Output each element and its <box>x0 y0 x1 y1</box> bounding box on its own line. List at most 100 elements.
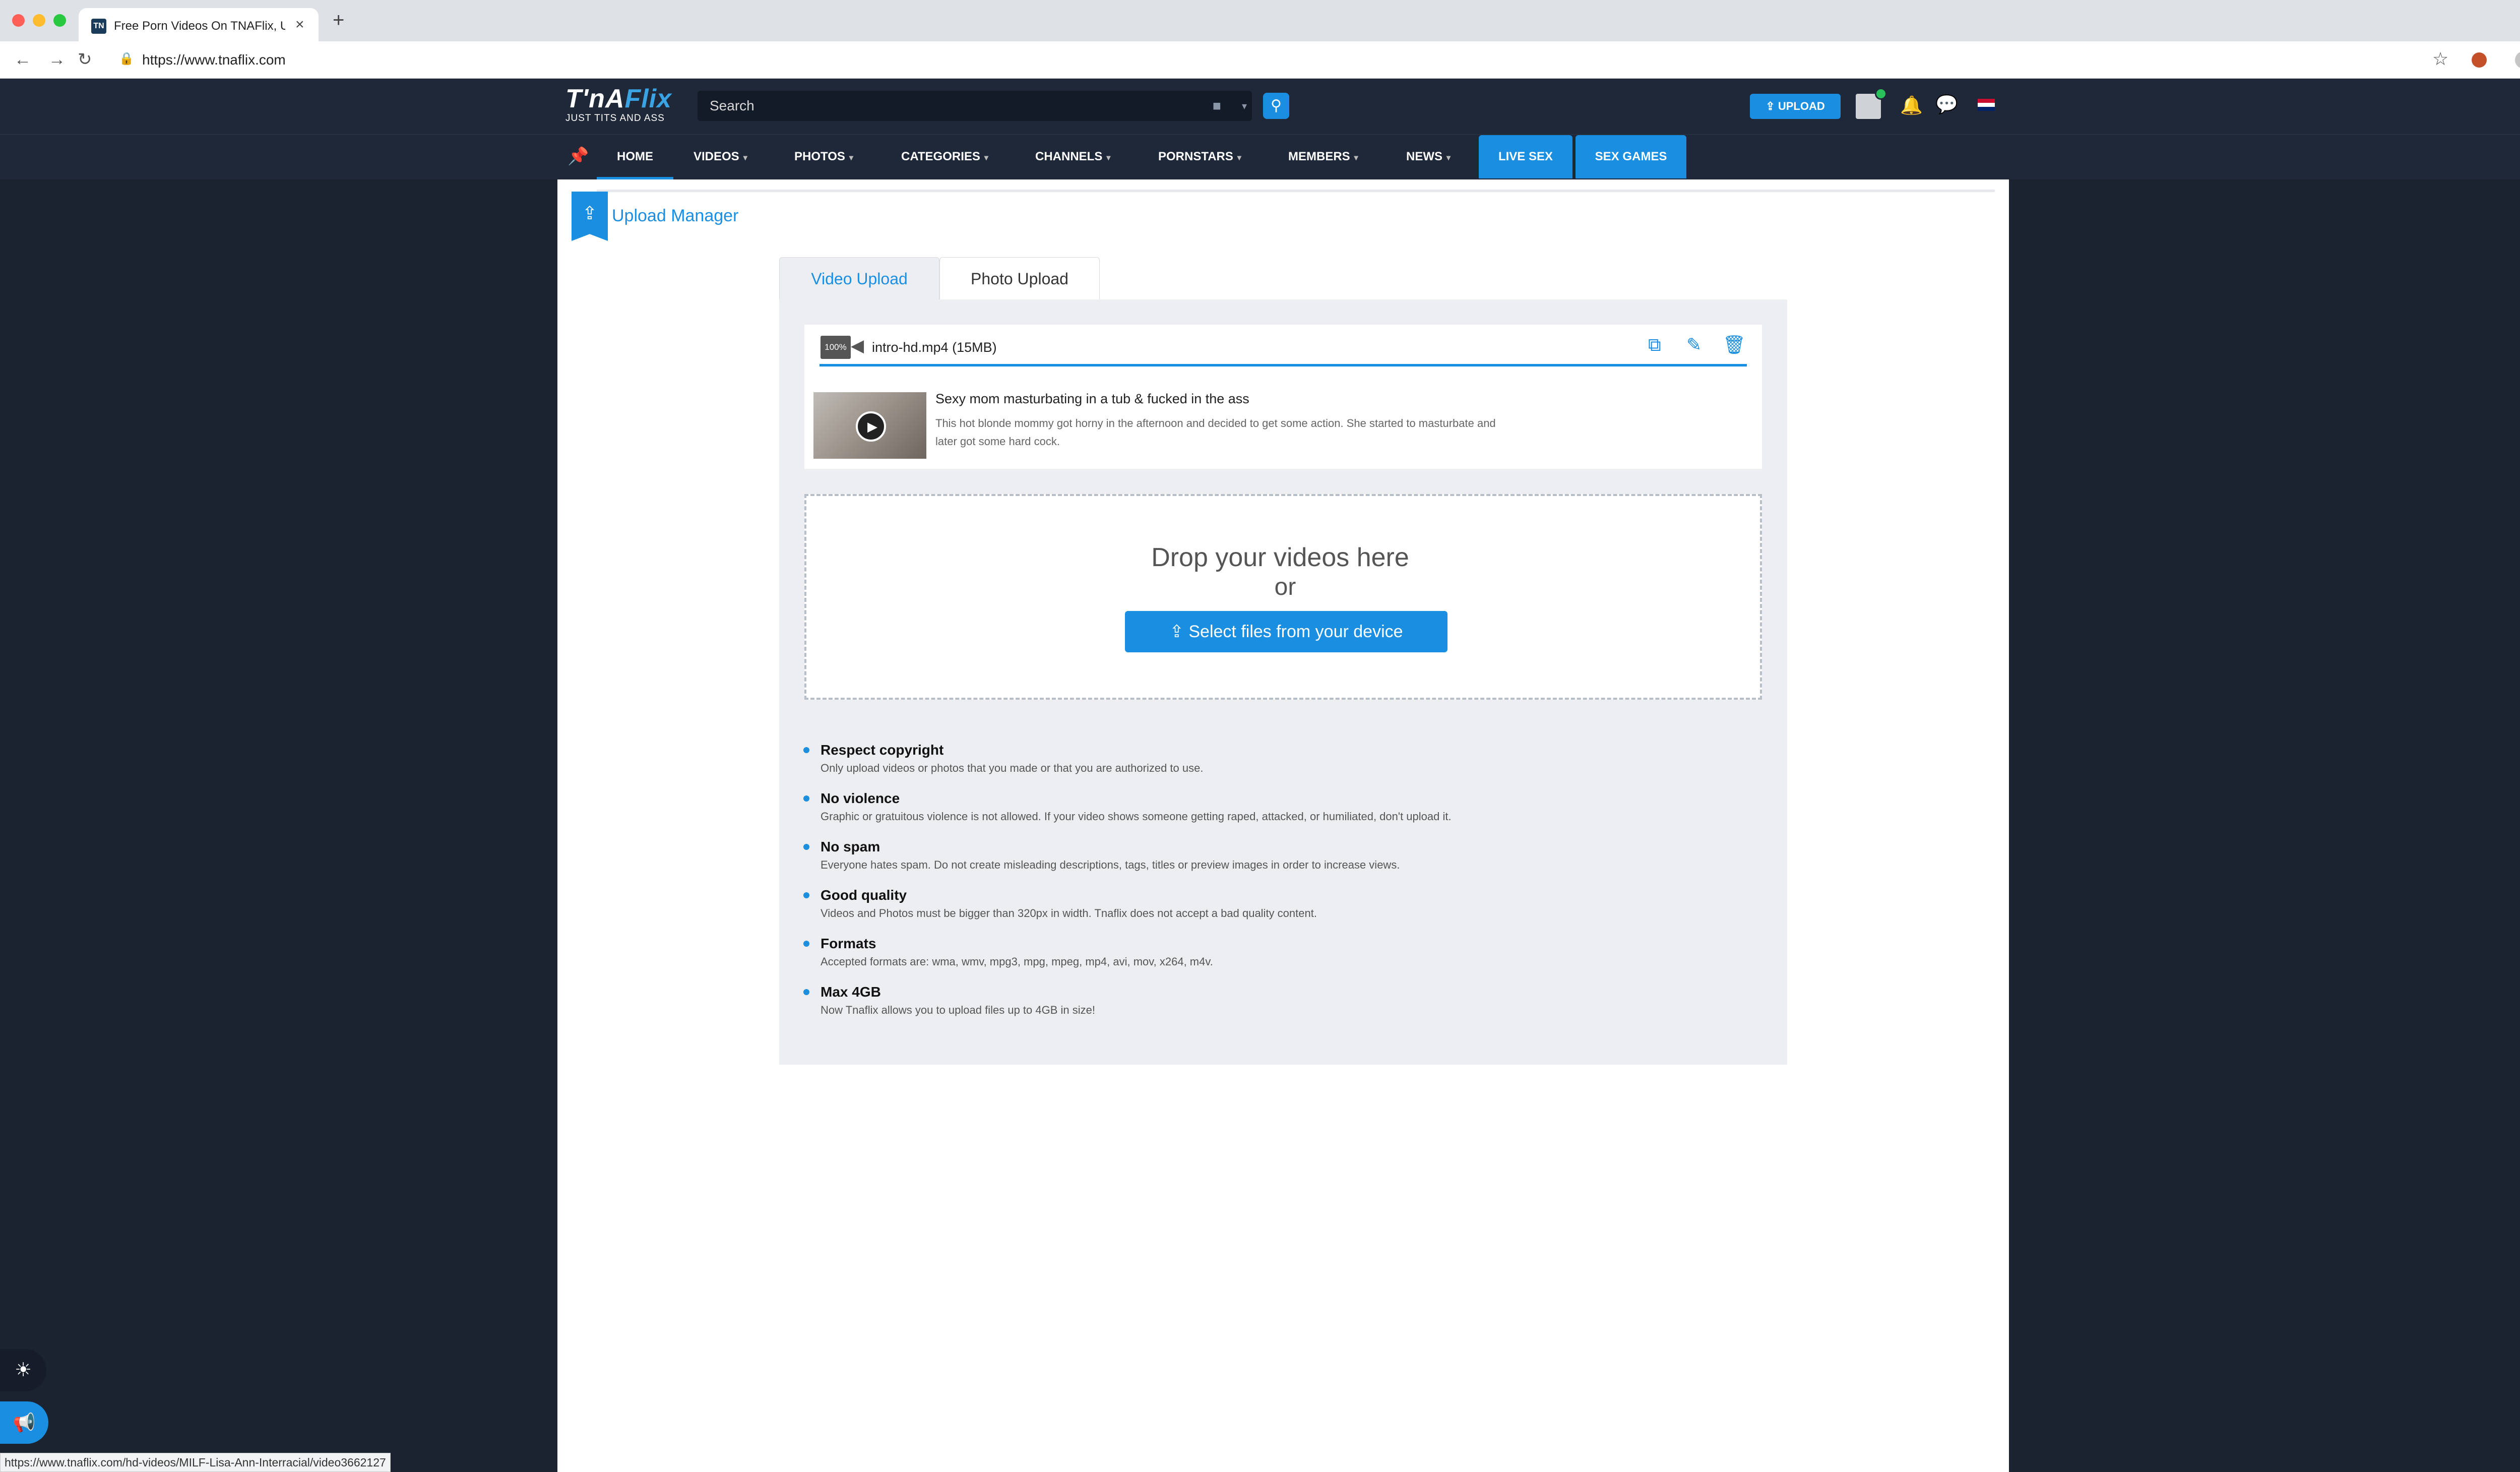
bookmark-star-icon[interactable]: ☆ <box>2432 48 2448 70</box>
lock-icon[interactable]: 🔒 <box>119 51 134 66</box>
address-bar: ← → ↻ 🔒 https://www.tnaflix.com ☆ ⋮ <box>0 41 2520 79</box>
browser-tab[interactable]: TN Free Porn Videos On TNAFlix, U × <box>79 8 319 41</box>
chevron-down-icon: ▾ <box>1446 154 1451 162</box>
sun-icon: ☀ <box>14 1360 32 1381</box>
nav-label: PHOTOS <box>794 150 845 163</box>
logo-flix-text: Flix <box>624 84 672 113</box>
chevron-down-icon: ▾ <box>1237 154 1241 162</box>
rule-title: Formats <box>821 936 876 951</box>
forward-icon[interactable]: → <box>48 48 66 71</box>
edit-icon[interactable]: ✎ <box>1686 334 1702 356</box>
trash-icon[interactable]: 🗑 <box>1723 334 1746 356</box>
nav-sex-games[interactable]: SEX GAMES <box>1576 135 1686 178</box>
browser-tab-bar: TN Free Porn Videos On TNAFlix, U × + <box>0 0 2520 41</box>
nav-videos[interactable]: VIDEOS ▾ <box>694 134 747 179</box>
rule-title: No spam <box>821 839 880 854</box>
rule-text: Only upload videos or photos that you ma… <box>821 762 1204 774</box>
theme-toggle-button[interactable]: ☀ <box>0 1349 46 1391</box>
rule-text: Accepted formats are: wma, wmv, mpg3, mp… <box>821 955 1213 968</box>
nav-categories[interactable]: CATEGORIES ▾ <box>901 134 988 179</box>
play-icon[interactable]: ▶ <box>856 411 886 442</box>
rule-title: No violence <box>821 790 900 806</box>
logo-tagline: JUST TITS AND ASS <box>565 113 665 124</box>
rule-text: Everyone hates spam. Do not create misle… <box>821 858 1400 871</box>
upload-button[interactable]: ⇪ UPLOAD <box>1750 94 1841 119</box>
link-status-bar: https://www.tnaflix.com/hd-videos/MILF-L… <box>0 1453 391 1472</box>
site-header <box>0 79 2520 134</box>
bullet-icon <box>803 795 809 802</box>
upload-progress-bar <box>820 364 1747 366</box>
tab-title: Free Porn Videos On TNAFlix, U <box>114 19 285 33</box>
search-input[interactable] <box>710 91 1163 121</box>
main-nav <box>0 134 2520 179</box>
rule-title: Max 4GB <box>821 984 881 1000</box>
video-thumbnail[interactable]: ▶ <box>813 392 926 459</box>
tab-video-upload[interactable]: Video Upload <box>779 257 939 299</box>
bullet-icon <box>803 747 809 753</box>
nav-label: NEWS <box>1406 150 1442 163</box>
nav-photos[interactable]: PHOTOS ▾ <box>794 134 853 179</box>
chevron-down-icon: ▾ <box>984 154 988 162</box>
nav-label: CHANNELS <box>1035 150 1103 163</box>
copy-icon[interactable]: ⧉ <box>1648 334 1661 356</box>
bullet-icon <box>803 941 809 947</box>
rule-text: Now Tnaflix allows you to upload files u… <box>821 1004 1095 1016</box>
nav-label: CATEGORIES <box>901 150 980 163</box>
rule-text: Videos and Photos must be bigger than 32… <box>821 907 1317 919</box>
nav-news[interactable]: NEWS ▾ <box>1406 134 1451 179</box>
nav-pornstars[interactable]: PORNSTARS ▾ <box>1158 134 1241 179</box>
tab-photo-upload[interactable]: Photo Upload <box>939 257 1100 299</box>
file-name: intro-hd.mp4 (15MB) <box>872 340 997 355</box>
url-field[interactable]: https://www.tnaflix.com <box>142 51 286 69</box>
divider <box>597 190 1995 192</box>
chevron-down-icon: ▾ <box>1354 154 1358 162</box>
page-title: Upload Manager <box>612 206 739 225</box>
search-button[interactable]: ⚲ <box>1263 93 1289 119</box>
upload-percent-badge: 100% <box>821 336 851 359</box>
search-icon: ⚲ <box>1271 97 1282 114</box>
megaphone-icon: 📢 <box>13 1412 36 1433</box>
minimize-window-button[interactable] <box>33 14 45 27</box>
new-tab-button[interactable]: + <box>333 10 344 30</box>
maximize-window-button[interactable] <box>53 14 66 27</box>
reload-icon[interactable]: ↻ <box>78 48 92 71</box>
messages-chat-icon[interactable]: 💬 <box>1935 94 1958 115</box>
nav-label: MEMBERS <box>1288 150 1350 163</box>
language-flag-icon[interactable] <box>1978 99 1995 111</box>
close-tab-icon[interactable]: × <box>295 16 304 33</box>
profile-avatar-icon[interactable] <box>2515 51 2520 69</box>
select-files-button[interactable]: ⇪ Select files from your device <box>1125 611 1447 652</box>
back-icon[interactable]: ← <box>14 48 31 71</box>
video-description: This hot blonde mommy got horny in the a… <box>935 417 1496 448</box>
nav-members[interactable]: MEMBERS ▾ <box>1288 134 1358 179</box>
online-status-badge <box>1875 88 1887 100</box>
close-window-button[interactable] <box>12 14 25 27</box>
site-favicon-icon: TN <box>91 19 106 34</box>
extension-icon[interactable] <box>2472 52 2487 68</box>
chevron-down-icon[interactable]: ▾ <box>1242 100 1247 112</box>
bullet-icon <box>803 989 809 995</box>
search-box: ■ ▾ <box>698 91 1252 121</box>
nav-label: VIDEOS <box>694 150 739 163</box>
upload-manager-badge: ⇪ <box>572 192 608 241</box>
nav-home[interactable]: HOME <box>597 134 673 179</box>
logo-main-text: T'nA <box>565 84 625 113</box>
nav-channels[interactable]: CHANNELS ▾ <box>1035 134 1110 179</box>
nav-label: PORNSTARS <box>1158 150 1233 163</box>
site-logo[interactable]: T'nAFlix JUST TITS AND ASS <box>565 85 672 124</box>
rule-title: Respect copyright <box>821 742 944 758</box>
rule-title: Good quality <box>821 887 907 903</box>
notifications-bell-icon[interactable]: 🔔 <box>1900 95 1923 116</box>
announcements-button[interactable]: 📢 <box>0 1401 48 1444</box>
speaker-icon: ◀ <box>851 336 864 355</box>
nav-label: HOME <box>617 150 653 163</box>
bullet-icon <box>803 844 809 850</box>
chevron-down-icon: ▾ <box>849 154 853 162</box>
video-camera-icon[interactable]: ■ <box>1213 98 1221 114</box>
nav-live-sex[interactable]: LIVE SEX <box>1479 135 1572 178</box>
pin-icon[interactable]: 📌 <box>568 146 589 166</box>
bullet-icon <box>803 892 809 898</box>
chevron-down-icon: ▾ <box>743 154 747 162</box>
chevron-down-icon: ▾ <box>1106 154 1111 162</box>
video-title: Sexy mom masturbating in a tub & fucked … <box>935 391 1249 406</box>
